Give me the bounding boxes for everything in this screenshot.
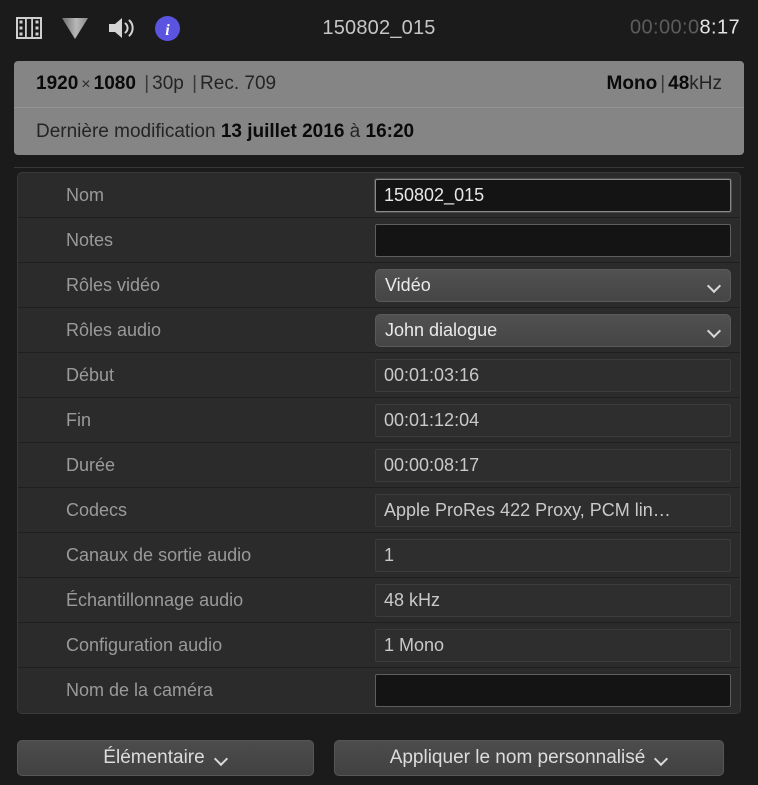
metadata-readonly-value[interactable]: 00:01:12:04 (375, 403, 731, 437)
dimension-separator-icon: × (81, 76, 91, 93)
inspector-header: i 150802_015 00:00:08:17 (0, 0, 758, 56)
modified-date: 13 juillet 2016 (220, 120, 345, 142)
color-space: Rec. 709 (200, 73, 277, 94)
inspector-tab-icons: i (0, 13, 182, 43)
metadata-row: Début 00:01:03:16 (18, 353, 740, 398)
metadata-row-value: Vidéo (375, 268, 740, 302)
metadata-row: Codecs Apple ProRes 422 Proxy, PCM lin… (18, 488, 740, 533)
metadata-readonly-value[interactable]: 48 kHz (375, 583, 731, 617)
metadata-row-label: Rôles vidéo (66, 274, 161, 295)
metadata-row: Nom 150802_015 (18, 173, 740, 218)
modified-label: Dernière modification (36, 120, 216, 142)
metadata-row-label: Notes (66, 229, 114, 250)
frame-rate: 30p (152, 73, 184, 94)
frame-height: 1080 (93, 73, 136, 94)
metadata-row-value: 150802_015 (375, 178, 740, 212)
metadata-inspector-panel: i 150802_015 00:00:08:17 1920 × 1080 | 30p … (0, 0, 758, 785)
clip-duration-timecode: 00:00:08:17 (630, 17, 740, 40)
triangle-icon[interactable] (60, 13, 90, 43)
metadata-row-label: Rôles audio (66, 319, 162, 340)
timecode-leading: 00:00:0 (629, 16, 700, 39)
metadata-select-value: John dialogue (385, 319, 498, 340)
modified-time: 16:20 (365, 120, 415, 142)
metadata-row-label: Fin (66, 409, 92, 430)
metadata-row: Rôles vidéo Vidéo (18, 263, 740, 308)
film-strip-icon[interactable] (14, 13, 44, 43)
metadata-text-input[interactable] (375, 674, 731, 707)
metadata-text-input[interactable]: 150802_015 (375, 178, 731, 212)
divider-3: | (660, 73, 666, 94)
metadata-readonly-value[interactable]: 00:01:03:16 (375, 358, 731, 392)
audio-format-summary: Mono | 48kHz (607, 73, 722, 95)
inspector-bottom-toolbar: Élémentaire Appliquer le nom personnalis… (0, 730, 758, 785)
apply-custom-name-label: Appliquer le nom personnalisé (389, 746, 646, 768)
metadata-row-label: Codecs (66, 499, 128, 520)
metadata-row-value: 48 kHz (375, 583, 740, 617)
metadata-row-value (375, 223, 740, 257)
metadata-row-value: 00:01:03:16 (375, 358, 740, 392)
apply-custom-name-button[interactable]: Appliquer le nom personnalisé (334, 739, 724, 776)
metadata-row: Canaux de sortie audio 1 (18, 533, 740, 578)
metadata-row-label: Configuration audio (66, 634, 223, 655)
divider-1: | (144, 73, 150, 94)
metadata-row: Fin 00:01:12:04 (18, 398, 740, 443)
metadata-text-input[interactable] (375, 223, 731, 257)
chevron-down-icon (215, 754, 228, 762)
speaker-icon[interactable] (106, 13, 136, 43)
metadata-row-label: Nom de la caméra (66, 680, 214, 700)
metadata-readonly-value[interactable]: 1 Mono (375, 628, 731, 662)
chevron-down-icon (708, 281, 721, 289)
metadata-row-value: Apple ProRes 422 Proxy, PCM lin… (375, 493, 740, 527)
sample-rate-number: 48 (668, 73, 690, 94)
metadata-view-label: Élémentaire (103, 746, 205, 768)
metadata-select-value: Vidéo (385, 274, 431, 295)
chevron-down-icon (655, 754, 668, 762)
metadata-row-value: John dialogue (375, 313, 740, 347)
svg-text:i: i (165, 22, 170, 39)
metadata-readonly-value[interactable]: 00:00:08:17 (375, 448, 731, 482)
audio-channel-layout: Mono (606, 73, 658, 94)
metadata-select[interactable]: John dialogue (375, 313, 731, 347)
metadata-row-label: Échantillonnage audio (66, 589, 244, 610)
info-icon[interactable]: i (152, 13, 182, 43)
video-format-summary: 1920 × 1080 | 30p | Rec. 709 (36, 73, 276, 95)
chevron-down-icon (708, 326, 721, 334)
metadata-row: Rôles audio John dialogue (18, 308, 740, 353)
modified-conjunction: à (349, 120, 361, 142)
metadata-row: Configuration audio 1 Mono (18, 623, 740, 668)
clip-summary-format-row: 1920 × 1080 | 30p | Rec. 709 Mono | 48kHz (14, 61, 744, 108)
timecode-significant: 8:17 (699, 16, 740, 39)
divider-2: | (192, 73, 198, 94)
metadata-row-label: Durée (66, 454, 116, 475)
metadata-row: Nom de la caméra (18, 668, 740, 713)
metadata-row: Échantillonnage audio 48 kHz (18, 578, 740, 623)
metadata-row: Durée 00:00:08:17 (18, 443, 740, 488)
clip-summary-panel: 1920 × 1080 | 30p | Rec. 709 Mono | 48kHz Dern… (14, 61, 744, 155)
metadata-row-value: 1 Mono (375, 628, 740, 662)
frame-width: 1920 (36, 73, 79, 94)
metadata-fields-scroll-area[interactable]: Nom 150802_015 Notes Rôles vidéo Vidéo Rôles … (0, 168, 758, 730)
metadata-select[interactable]: Vidéo (375, 268, 731, 302)
metadata-row-label: Nom (66, 184, 105, 205)
metadata-row-label: Début (66, 364, 115, 385)
metadata-readonly-value[interactable]: 1 (375, 538, 731, 572)
metadata-row-value: 00:01:12:04 (375, 403, 740, 437)
metadata-readonly-value[interactable]: Apple ProRes 422 Proxy, PCM lin… (375, 493, 731, 527)
metadata-view-button[interactable]: Élémentaire (17, 739, 314, 776)
metadata-row-label: Canaux de sortie audio (66, 544, 252, 565)
metadata-row: Notes (18, 218, 740, 263)
metadata-fields-list: Nom 150802_015 Notes Rôles vidéo Vidéo Rôles … (17, 172, 741, 714)
sample-rate-unit: kHz (689, 73, 722, 94)
metadata-row-value (375, 674, 740, 707)
metadata-row-value: 00:00:08:17 (375, 448, 740, 482)
clip-summary-wrap: 1920 × 1080 | 30p | Rec. 709 Mono | 48kHz Dern… (0, 56, 758, 163)
clip-summary-modified-row: Dernière modification 13 juillet 2016 à … (14, 108, 744, 155)
metadata-row-value: 1 (375, 538, 740, 572)
